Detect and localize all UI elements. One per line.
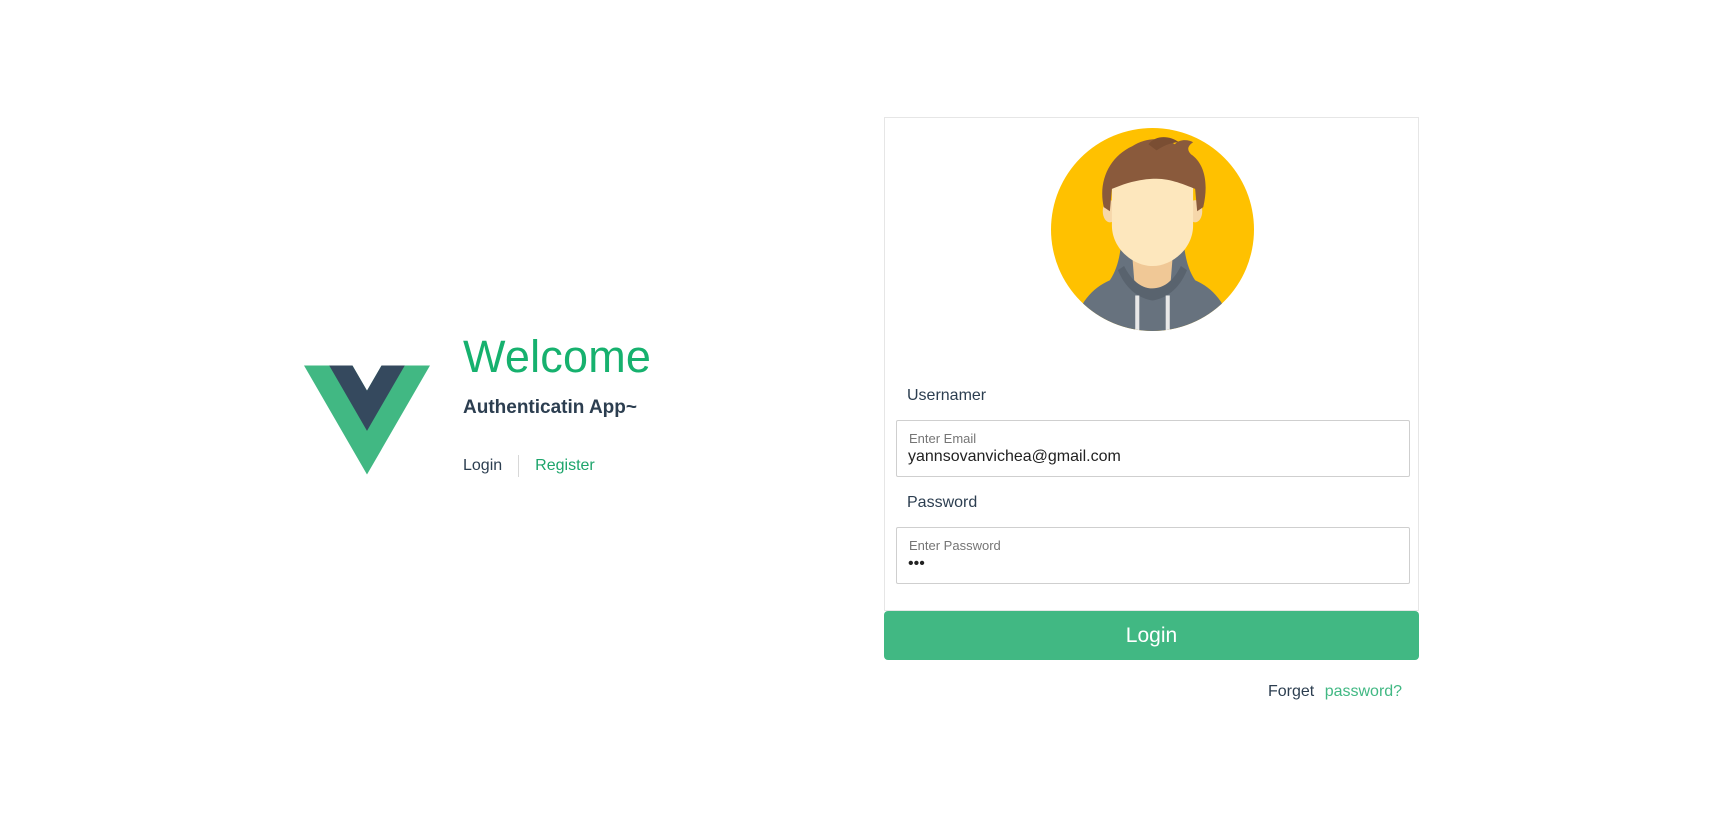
login-card: Usernamer Enter Email Password Enter Pas… (884, 117, 1419, 611)
forget-text: Forget (1268, 683, 1315, 700)
password-field[interactable]: Enter Password (896, 527, 1410, 584)
email-field[interactable]: Enter Email (896, 420, 1410, 477)
password-label: Password (907, 494, 978, 511)
password-input[interactable] (908, 555, 1388, 573)
user-avatar-icon (1051, 128, 1254, 331)
page-title: Welcome (463, 331, 652, 382)
nav-register-link[interactable]: Register (535, 457, 595, 475)
forget-password-link[interactable]: password? (1325, 683, 1402, 700)
hero-nav: Login Register (463, 455, 651, 477)
login-page: Welcome Authenticatin App~ Login Registe… (0, 0, 1721, 834)
app-subtitle: Authenticatin App~ (463, 397, 637, 418)
password-hint: Enter Password (909, 538, 1001, 553)
email-hint: Enter Email (909, 431, 977, 446)
vue-logo-icon (304, 365, 430, 475)
login-button[interactable]: Login (884, 611, 1419, 660)
username-label: Usernamer (907, 387, 987, 404)
forget-password: Forget password? (1268, 683, 1402, 701)
nav-divider (518, 455, 520, 477)
email-input[interactable] (908, 448, 1388, 466)
nav-login-link[interactable]: Login (463, 457, 518, 475)
hero-section: Welcome Authenticatin App~ Login Registe… (463, 333, 651, 477)
